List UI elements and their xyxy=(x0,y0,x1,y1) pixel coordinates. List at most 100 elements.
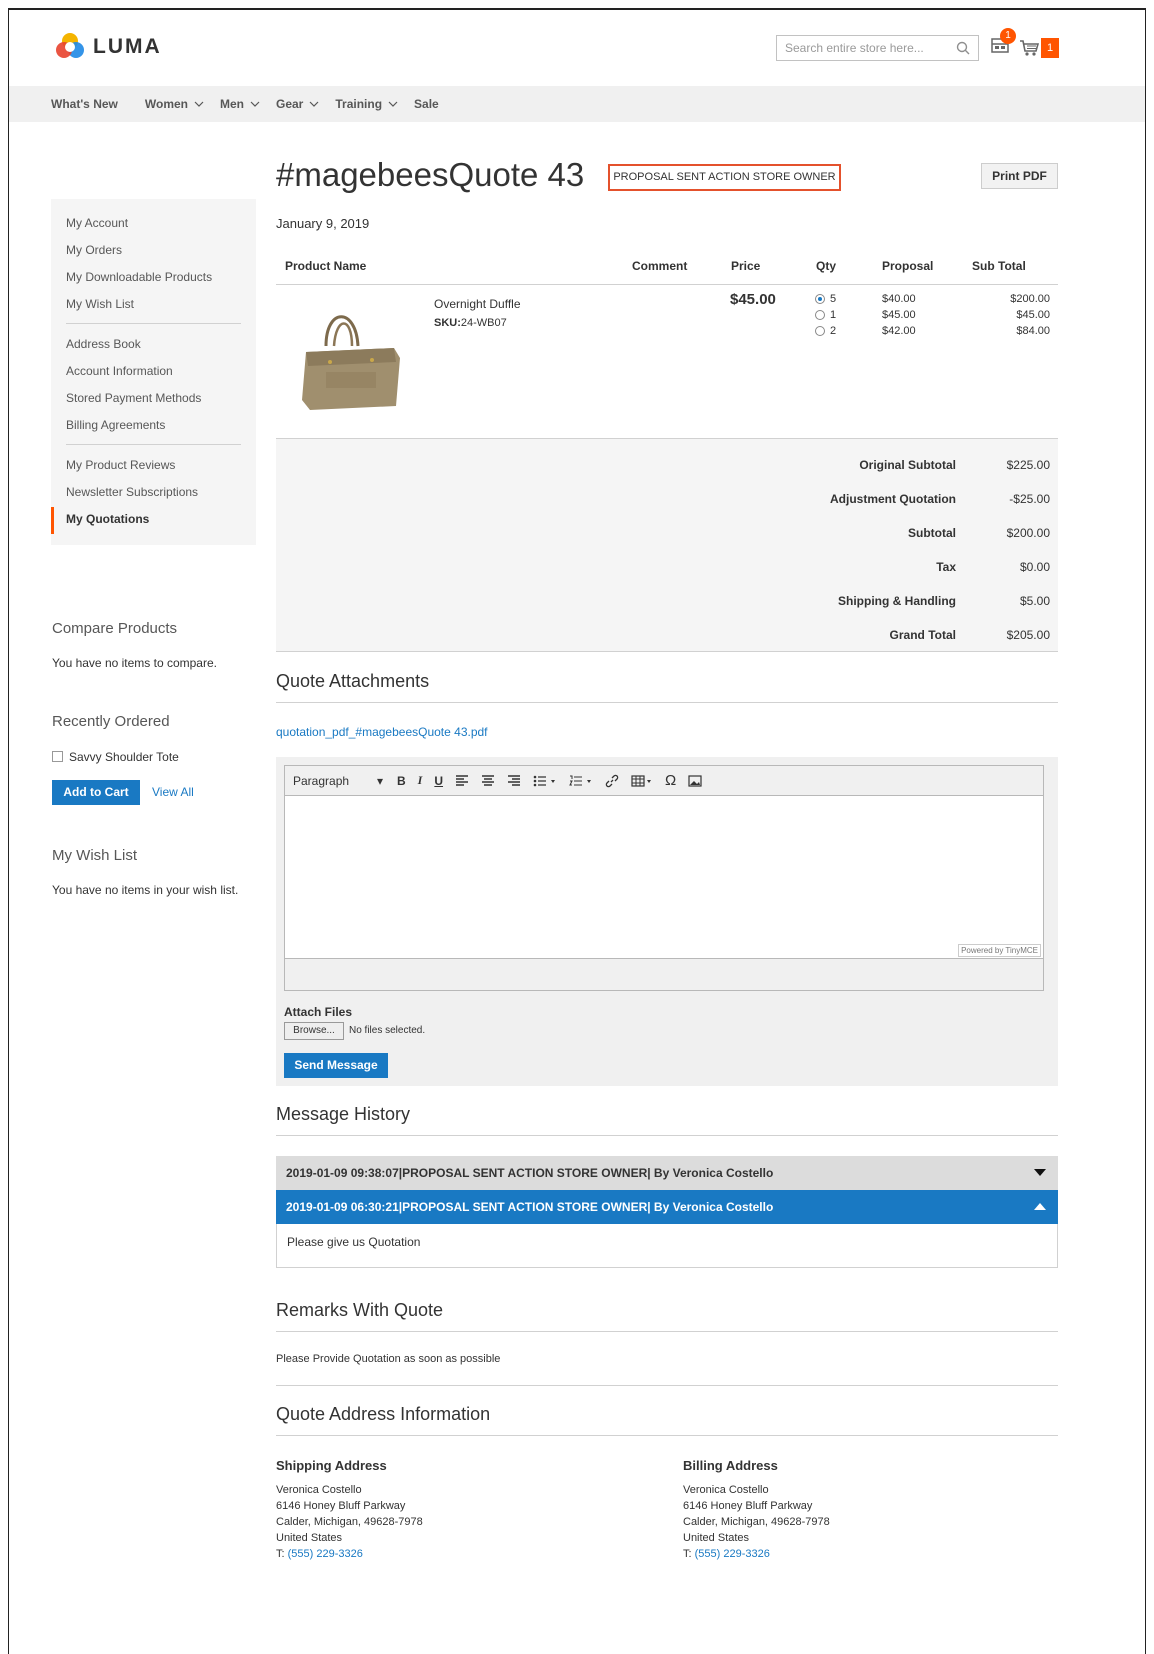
table-icon[interactable] xyxy=(631,774,653,787)
browse-button[interactable]: Browse... xyxy=(284,1022,344,1040)
shipping-address-heading: Shipping Address xyxy=(276,1458,387,1473)
history-entry-expanded[interactable]: 2019-01-09 06:30:21|PROPOSAL SENT ACTION… xyxy=(276,1190,1058,1224)
wishlist-title: My Wish List xyxy=(52,847,138,864)
total-value-subtotal: $200.00 xyxy=(1006,526,1050,540)
luma-logo[interactable]: LUMA xyxy=(55,32,162,62)
column-header-subtotal: Sub Total xyxy=(972,259,1026,273)
search-input[interactable] xyxy=(785,41,945,55)
total-label-shipping: Shipping & Handling xyxy=(838,594,956,608)
nav-men[interactable]: Men xyxy=(220,97,260,111)
billing-address-heading: Billing Address xyxy=(683,1458,778,1473)
sidebar-item-my-quotations[interactable]: My Quotations xyxy=(51,507,256,534)
qty-value: 2 xyxy=(830,325,837,337)
rich-text-editor[interactable]: Paragraph ▾ B I U Ω Powered by TinyMCE xyxy=(284,765,1044,991)
account-sidebar: My Account My Orders My Downloadable Pro… xyxy=(51,199,256,545)
quote-date: January 9, 2019 xyxy=(276,216,370,231)
add-to-cart-button[interactable]: Add to Cart xyxy=(52,780,140,805)
sidebar-item-wish-list[interactable]: My Wish List xyxy=(51,292,256,319)
view-all-link[interactable]: View All xyxy=(152,785,194,799)
attachment-pdf-link[interactable]: quotation_pdf_#magebeesQuote 43.pdf xyxy=(276,725,488,739)
total-value-grand-total: $205.00 xyxy=(1006,628,1050,642)
nav-label: Women xyxy=(144,97,188,111)
sidebar-item-newsletter[interactable]: Newsletter Subscriptions xyxy=(51,480,256,507)
nav-gear[interactable]: Gear xyxy=(276,97,319,111)
send-message-button[interactable]: Send Message xyxy=(284,1053,388,1078)
search-box[interactable] xyxy=(776,35,979,61)
format-select-value: Paragraph xyxy=(293,773,350,788)
radio-selected[interactable] xyxy=(815,294,825,304)
sidebar-item-billing-agreements[interactable]: Billing Agreements xyxy=(51,413,256,440)
nav-women[interactable]: Women xyxy=(145,97,204,111)
align-center-icon[interactable] xyxy=(481,774,495,787)
caret-down-icon[interactable] xyxy=(1034,1169,1046,1176)
column-header-price: Price xyxy=(731,259,761,273)
italic-icon[interactable]: I xyxy=(418,773,423,788)
radio-unselected[interactable] xyxy=(815,310,825,320)
search-icon[interactable] xyxy=(956,41,970,55)
proposal-price: $45.00 xyxy=(882,309,916,321)
radio-unselected[interactable] xyxy=(815,326,825,336)
sidebar-item-product-reviews[interactable]: My Product Reviews xyxy=(51,453,256,480)
image-icon[interactable] xyxy=(688,774,702,787)
nav-label: Gear xyxy=(276,97,304,111)
chevron-down-icon xyxy=(250,101,260,107)
special-character-icon[interactable]: Ω xyxy=(665,772,676,789)
message-history-title: Message History xyxy=(276,1104,411,1124)
align-right-icon[interactable] xyxy=(507,774,521,787)
recent-item-name[interactable]: Savvy Shoulder Tote xyxy=(69,750,179,764)
total-label-original-subtotal: Original Subtotal xyxy=(859,458,956,472)
total-value-adjustment: -$25.00 xyxy=(1009,492,1050,506)
print-pdf-button[interactable]: Print PDF xyxy=(981,163,1058,189)
nav-whats-new[interactable]: What's New xyxy=(51,97,118,111)
billing-phone-link[interactable]: (555) 229-3326 xyxy=(695,1548,770,1560)
sidebar-item-my-account[interactable]: My Account xyxy=(51,211,256,238)
recent-item-checkbox[interactable] xyxy=(52,751,63,762)
no-file-text: No files selected. xyxy=(349,1025,426,1036)
wishlist-empty-text: You have no items in your wish list. xyxy=(52,883,239,897)
sidebar-item-stored-payment-methods[interactable]: Stored Payment Methods xyxy=(51,386,256,413)
sku-label: SKU: xyxy=(434,317,461,329)
status-badge: PROPOSAL SENT ACTION STORE OWNER xyxy=(608,164,841,191)
section-divider xyxy=(276,702,1058,703)
sidebar-item-downloadable-products[interactable]: My Downloadable Products xyxy=(51,265,256,292)
shipping-street: 6146 Honey Bluff Parkway xyxy=(276,1500,406,1512)
qty-option-5[interactable]: 5 xyxy=(815,293,836,305)
luma-logo-icon xyxy=(56,33,84,58)
billing-street: 6146 Honey Bluff Parkway xyxy=(683,1500,813,1512)
qty-option-2[interactable]: 2 xyxy=(815,325,836,337)
align-left-icon[interactable] xyxy=(455,774,469,787)
sidebar-item-account-information[interactable]: Account Information xyxy=(51,359,256,386)
sidebar-item-address-book[interactable]: Address Book xyxy=(51,332,256,359)
recently-ordered-title: Recently Ordered xyxy=(52,713,170,730)
format-select[interactable]: Paragraph ▾ xyxy=(293,774,383,788)
tier-subtotal: $200.00 xyxy=(1010,293,1050,305)
shipping-phone-link[interactable]: (555) 229-3326 xyxy=(288,1548,363,1560)
cart-icon[interactable] xyxy=(1019,39,1039,57)
column-header-qty: Qty xyxy=(816,259,837,273)
history-entry-collapsed[interactable]: 2019-01-09 09:38:07|PROPOSAL SENT ACTION… xyxy=(276,1156,1058,1190)
link-icon[interactable] xyxy=(605,774,619,788)
sidebar-item-my-orders[interactable]: My Orders xyxy=(51,238,256,265)
caret-up-icon[interactable] xyxy=(1034,1203,1046,1210)
total-label-grand-total: Grand Total xyxy=(889,628,956,642)
bullet-list-icon[interactable] xyxy=(533,775,557,787)
product-image[interactable] xyxy=(296,302,406,414)
underline-icon[interactable]: U xyxy=(434,774,443,788)
numbered-list-icon[interactable] xyxy=(569,775,593,787)
column-header-comment: Comment xyxy=(632,259,688,273)
history-entry-body: Please give us Quotation xyxy=(276,1224,1058,1268)
site-header: LUMA 1 1 xyxy=(9,10,1145,86)
quote-count-badge: 1 xyxy=(1000,28,1016,44)
bold-icon[interactable]: B xyxy=(397,774,406,788)
shipping-country: United States xyxy=(276,1532,343,1544)
section-divider xyxy=(276,1435,1058,1436)
main-navigation: What's New Women Men Gear Training Sale xyxy=(9,86,1145,122)
billing-phone-line: T: (555) 229-3326 xyxy=(683,1548,770,1560)
shipping-phone-line: T: (555) 229-3326 xyxy=(276,1548,363,1560)
tinymce-credit[interactable]: Powered by TinyMCE xyxy=(958,944,1041,957)
nav-sale[interactable]: Sale xyxy=(414,97,439,111)
qty-option-1[interactable]: 1 xyxy=(815,309,836,321)
nav-training[interactable]: Training xyxy=(335,97,398,111)
product-name[interactable]: Overnight Duffle xyxy=(434,297,521,311)
compare-empty-text: You have no items to compare. xyxy=(52,656,217,670)
